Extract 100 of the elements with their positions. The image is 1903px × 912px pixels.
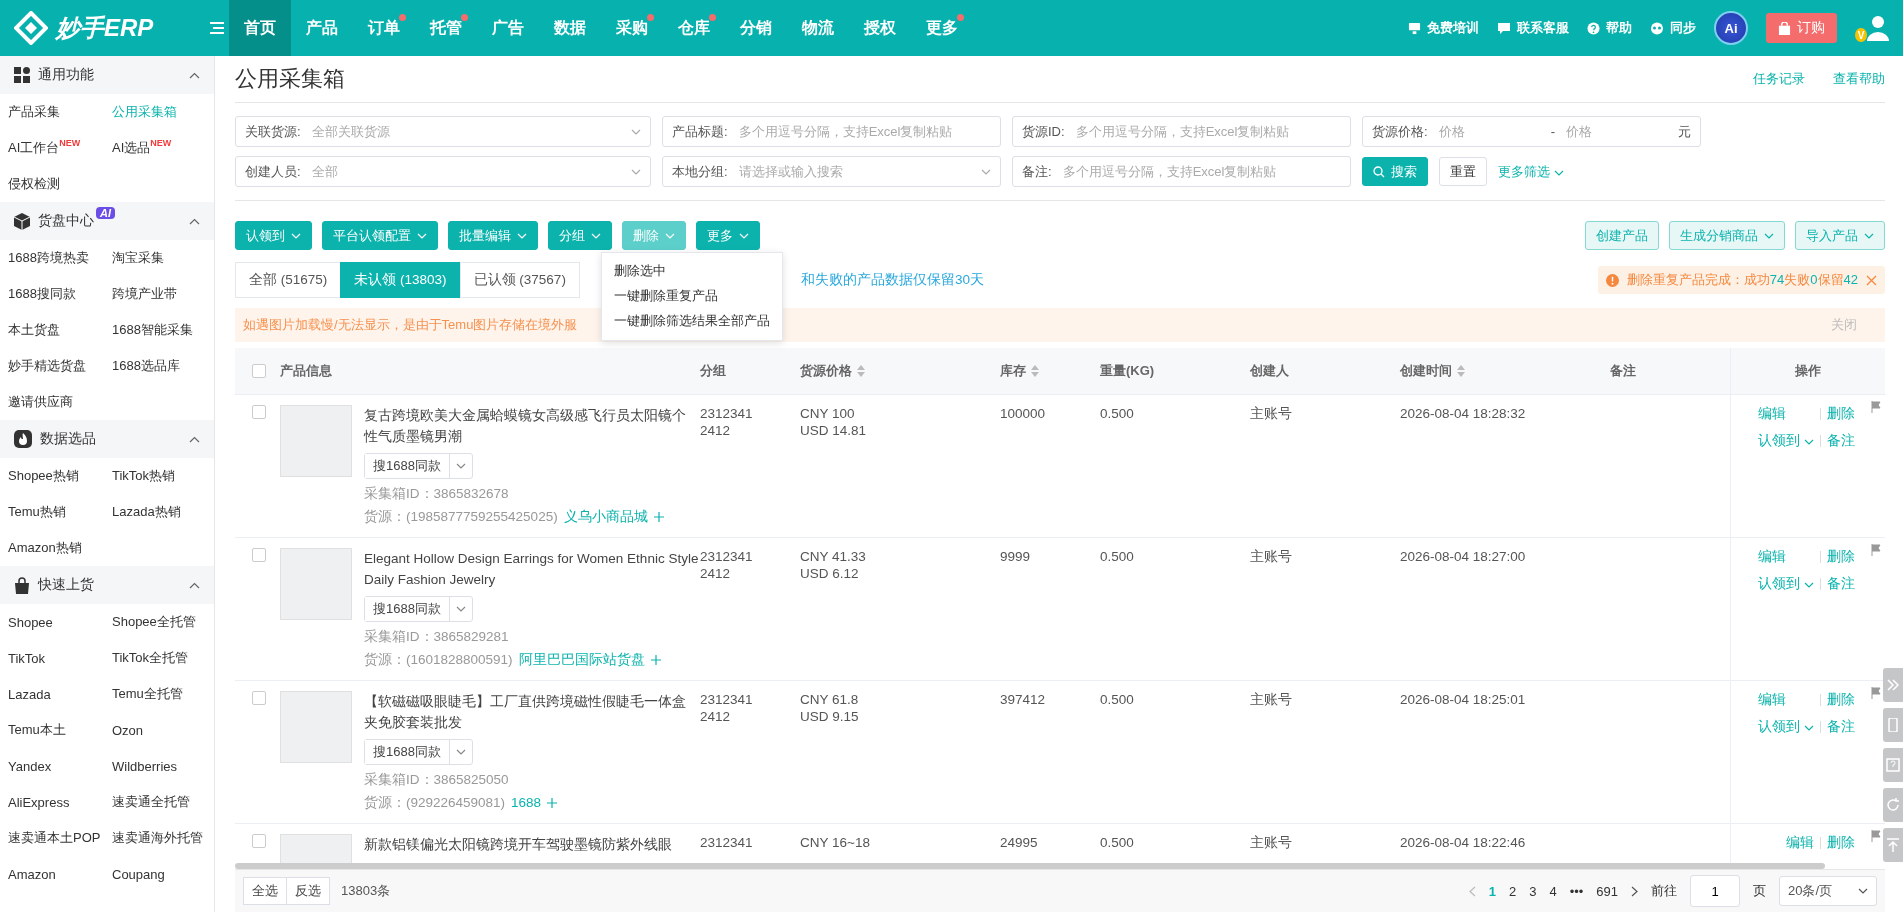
plus-icon[interactable] — [653, 511, 664, 522]
select-input[interactable]: 请选择或输入搜索 — [736, 163, 972, 180]
checkbox[interactable] — [252, 691, 266, 705]
menu-icon[interactable] — [209, 22, 224, 34]
sort-icon[interactable] — [857, 365, 865, 377]
product-title[interactable]: 【软磁磁吸眼睫毛】工厂直供跨境磁性假睫毛一体盒夹免胶套装批发 — [364, 691, 699, 733]
sidebar-item[interactable]: 1688跨境热卖 — [0, 240, 104, 276]
sidebar-item[interactable]: 本土货盘 — [0, 312, 104, 348]
sidebar-item[interactable]: Amazon — [0, 856, 104, 892]
input-field[interactable]: 产品标题: 多个用逗号分隔，支持Excel复制粘贴 — [662, 116, 1001, 147]
page-size-select[interactable]: 20条/页 — [1779, 876, 1877, 906]
page-number[interactable]: 691 — [1596, 883, 1618, 899]
sidebar-item[interactable]: Ozon — [104, 712, 214, 748]
sidebar-item[interactable]: AliExpress — [0, 784, 104, 820]
menu-item[interactable]: 删除选中 — [602, 259, 678, 284]
nav-tab[interactable]: 首页 — [229, 0, 291, 56]
sidebar-item[interactable]: 速卖通全托管 — [104, 784, 214, 820]
menu-item[interactable]: 一键删除重复产品 — [602, 284, 730, 309]
plus-icon[interactable] — [650, 654, 661, 665]
sidebar-item[interactable]: Shopee — [0, 604, 104, 640]
sidebar-item[interactable]: 速卖通本土POP — [0, 820, 104, 856]
select-field[interactable]: 本地分组: 请选择或输入搜索 — [662, 156, 1001, 187]
sidebar-item[interactable]: Temu全托管 — [104, 676, 214, 712]
plus-icon[interactable] — [547, 797, 558, 808]
sidebar-item[interactable]: 速卖通海外托管 — [104, 820, 214, 856]
sidebar-item[interactable]: 1688选品库 — [104, 348, 214, 384]
side-tool-button[interactable] — [1883, 708, 1903, 742]
checkbox[interactable] — [252, 834, 266, 848]
sidebar-item[interactable]: 产品采集 — [0, 94, 104, 130]
page-number[interactable]: 2 — [1508, 883, 1517, 899]
side-tool-button[interactable] — [1883, 668, 1903, 702]
select-field[interactable]: 创建人员: 全部 — [235, 156, 651, 187]
next-page-icon[interactable] — [1631, 885, 1638, 897]
sidebar-item[interactable]: Coupang — [104, 856, 214, 892]
close-icon[interactable] — [1866, 274, 1877, 286]
sidebar-section-header[interactable]: 通用功能 — [0, 56, 214, 94]
page-input[interactable]: 1 — [1690, 875, 1740, 907]
checkbox[interactable] — [252, 548, 266, 562]
sidebar-item[interactable]: Lazada热销 — [104, 494, 214, 530]
sidebar-item[interactable]: TikTok热销 — [104, 458, 214, 494]
sidebar-item[interactable]: Temu本土 — [0, 712, 104, 748]
product-title[interactable]: 新款铝镁偏光太阳镜跨境开车驾驶墨镜防紫外线眼 — [364, 834, 699, 855]
sidebar-item[interactable]: 淘宝采集 — [104, 240, 214, 276]
sidebar-item[interactable]: Yandex — [0, 748, 104, 784]
sidebar-item[interactable]: Temu热销 — [0, 494, 104, 530]
checkbox[interactable] — [252, 364, 266, 378]
flag-icon[interactable] — [1871, 401, 1881, 413]
product-title[interactable]: Elegant Hollow Design Earrings for Women Ethnic Style Daily Fashion Jewelry — [364, 548, 699, 590]
max-price-input[interactable]: 价格 — [1564, 123, 1669, 140]
price-range-field[interactable]: 货源价格: 价格 - 价格 元 — [1362, 116, 1701, 147]
page-number[interactable]: 4 — [1549, 883, 1557, 899]
sidebar-section-header[interactable]: 快速上货 — [0, 566, 214, 604]
reset-button[interactable]: 重置 — [1439, 157, 1487, 186]
sidebar-item[interactable]: Wildberries — [104, 748, 214, 784]
column-header[interactable]: 创建时间 — [1400, 362, 1452, 380]
previous-page-icon[interactable] — [1468, 885, 1476, 897]
sidebar-item[interactable]: Amazon热销 — [0, 530, 104, 566]
sidebar-item[interactable]: 1688智能采集 — [104, 312, 214, 348]
horizontal-scrollbar[interactable] — [235, 863, 1825, 869]
select-input[interactable]: 全部 — [309, 163, 622, 180]
input-field[interactable]: 货源ID: 多个用逗号分隔，支持Excel复制粘贴 — [1012, 116, 1351, 147]
text-input[interactable]: 多个用逗号分隔，支持Excel复制粘贴 — [736, 123, 991, 140]
sidebar-item[interactable]: 侵权检测 — [0, 166, 104, 202]
sidebar-item[interactable]: Lazada — [0, 676, 104, 712]
checkbox[interactable] — [252, 405, 266, 419]
min-price-input[interactable]: 价格 — [1436, 123, 1542, 140]
product-title[interactable]: 复古跨境欧美大金属蛤蟆镜女高级感飞行员太阳镜个性气质墨镜男潮 — [364, 405, 699, 447]
sidebar-item[interactable]: Shopee全托管 — [104, 604, 214, 640]
column-header[interactable]: 库存 — [1000, 362, 1026, 380]
flag-icon[interactable] — [1871, 544, 1881, 556]
ai-assistant-button[interactable]: Ai — [1714, 11, 1748, 45]
side-tool-button[interactable] — [1883, 748, 1903, 782]
page-number[interactable]: ••• — [1569, 883, 1584, 899]
flag-icon[interactable] — [1871, 687, 1881, 699]
invert-selection-button[interactable]: 反选 — [286, 877, 330, 905]
sidebar-item[interactable]: TikTok — [0, 640, 104, 676]
text-input[interactable]: 多个用逗号分隔，支持Excel复制粘贴 — [1073, 123, 1341, 140]
select-all-button[interactable]: 全选 — [243, 877, 287, 905]
input-field[interactable]: 备注: 多个用逗号分隔，支持Excel复制粘贴 — [1012, 156, 1351, 187]
sidebar-item[interactable]: 邀请供应商 — [0, 384, 104, 420]
column-header[interactable]: 货源价格 — [800, 362, 852, 380]
sidebar-item[interactable]: Shopee热销 — [0, 458, 104, 494]
sidebar-item[interactable]: TikTok全托管 — [104, 640, 214, 676]
text-input[interactable]: 多个用逗号分隔，支持Excel复制粘贴 — [1060, 163, 1341, 180]
side-tool-button[interactable] — [1883, 828, 1903, 862]
user-icon[interactable] — [1867, 14, 1889, 42]
side-tool-button[interactable] — [1883, 788, 1903, 822]
sidebar-section-header[interactable]: 货盘中心 AI — [0, 202, 214, 240]
flag-icon[interactable] — [1871, 830, 1881, 842]
select-field[interactable]: 关联货源: 全部关联货源 — [235, 116, 651, 147]
sort-icon[interactable] — [1457, 365, 1465, 377]
select-input[interactable]: 全部关联货源 — [309, 123, 622, 140]
menu-item[interactable]: 一键删除筛选结果全部产品 — [602, 309, 782, 334]
sidebar-section-header[interactable]: 数据选品 — [0, 420, 214, 458]
filter-tab[interactable]: 全部 (51675) — [235, 262, 342, 298]
page-number[interactable]: 3 — [1529, 883, 1537, 899]
filter-tab[interactable]: 已认领 (37567) — [459, 262, 580, 298]
sidebar-item[interactable]: 妙手精选货盘 — [0, 348, 104, 384]
sidebar-item[interactable]: 1688搜同款 — [0, 276, 104, 312]
sort-icon[interactable] — [1031, 365, 1039, 377]
